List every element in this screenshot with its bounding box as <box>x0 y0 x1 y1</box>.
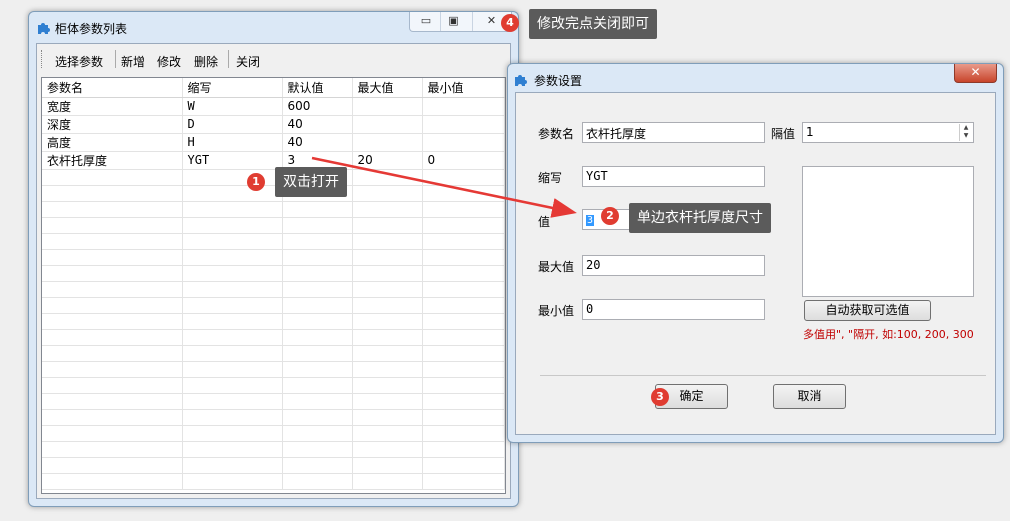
annotation-arrow <box>311 156 577 218</box>
step-4-badge: 4 <box>501 14 519 32</box>
step-3-badge: 3 <box>651 388 669 406</box>
step-2-callout: 单边衣杆托厚度尺寸 <box>629 203 771 233</box>
step-1-badge: 1 <box>247 173 265 191</box>
step-4-callout: 修改完点关闭即可 <box>529 9 657 39</box>
annotation-arrow-line <box>311 156 577 218</box>
step-1-callout: 双击打开 <box>275 167 347 197</box>
step-2-badge: 2 <box>601 207 619 225</box>
